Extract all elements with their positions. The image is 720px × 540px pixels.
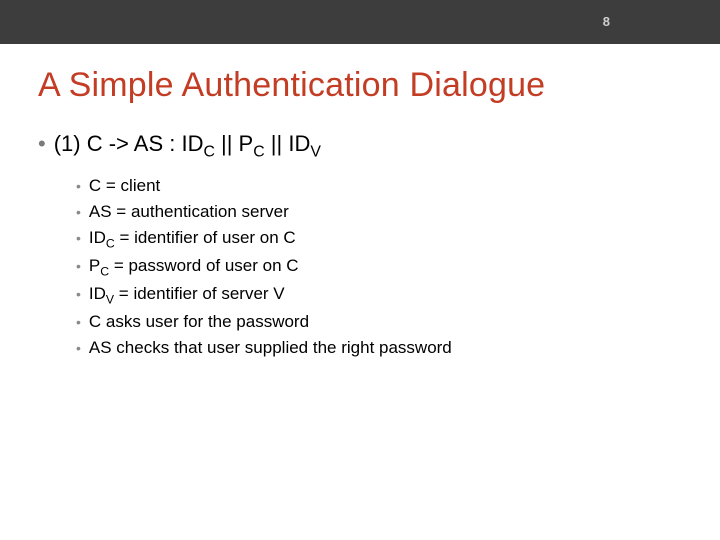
bullet-icon: • bbox=[76, 313, 81, 332]
list-item-text: AS checks that user supplied the right p… bbox=[89, 337, 452, 360]
txt: P bbox=[89, 256, 100, 275]
top-bar: 8 bbox=[0, 0, 720, 44]
txt: ID bbox=[89, 228, 106, 247]
list-item-text: C = client bbox=[89, 175, 160, 198]
sub-bullet-list: • C = client • AS = authentication serve… bbox=[76, 175, 690, 359]
subscript: C bbox=[106, 237, 115, 251]
list-item: • C = client bbox=[76, 175, 690, 198]
txt: ID bbox=[89, 284, 106, 303]
bullet-icon: • bbox=[76, 285, 81, 304]
list-item: • IDC = identifier of user on C bbox=[76, 227, 690, 252]
list-item: • C asks user for the password bbox=[76, 311, 690, 334]
subscript: C bbox=[203, 143, 214, 160]
bullet-icon: • bbox=[76, 229, 81, 248]
slide-content: A Simple Authentication Dialogue • (1) C… bbox=[0, 44, 720, 360]
bullet-icon: • bbox=[76, 257, 81, 276]
subscript: C bbox=[253, 143, 264, 160]
txt: || P bbox=[215, 131, 253, 156]
slide-number: 8 bbox=[603, 14, 610, 29]
txt: = identifier of server V bbox=[114, 284, 285, 303]
bullet-icon: • bbox=[38, 133, 46, 155]
list-item-text: IDC = identifier of user on C bbox=[89, 227, 296, 252]
subscript: V bbox=[310, 143, 321, 160]
bullet-icon: • bbox=[76, 203, 81, 222]
txt: (1) C -> AS : ID bbox=[54, 131, 204, 156]
bullet-icon: • bbox=[76, 177, 81, 196]
list-item-text: IDV = identifier of server V bbox=[89, 283, 285, 308]
list-item: • AS checks that user supplied the right… bbox=[76, 337, 690, 360]
list-item-text: PC = password of user on C bbox=[89, 255, 299, 280]
list-item-text: AS = authentication server bbox=[89, 201, 289, 224]
bullet-icon: • bbox=[76, 339, 81, 358]
slide-title: A Simple Authentication Dialogue bbox=[38, 66, 690, 105]
subscript: V bbox=[106, 292, 114, 306]
subscript: C bbox=[100, 265, 109, 279]
list-item: • PC = password of user on C bbox=[76, 255, 690, 280]
list-item-text: C asks user for the password bbox=[89, 311, 309, 334]
txt: || ID bbox=[265, 131, 311, 156]
main-bullet-text: (1) C -> AS : IDC || PC || IDV bbox=[54, 131, 321, 161]
list-item: • AS = authentication server bbox=[76, 201, 690, 224]
main-bullet: • (1) C -> AS : IDC || PC || IDV bbox=[38, 131, 690, 161]
txt: = identifier of user on C bbox=[115, 228, 296, 247]
list-item: • IDV = identifier of server V bbox=[76, 283, 690, 308]
txt: = password of user on C bbox=[109, 256, 298, 275]
